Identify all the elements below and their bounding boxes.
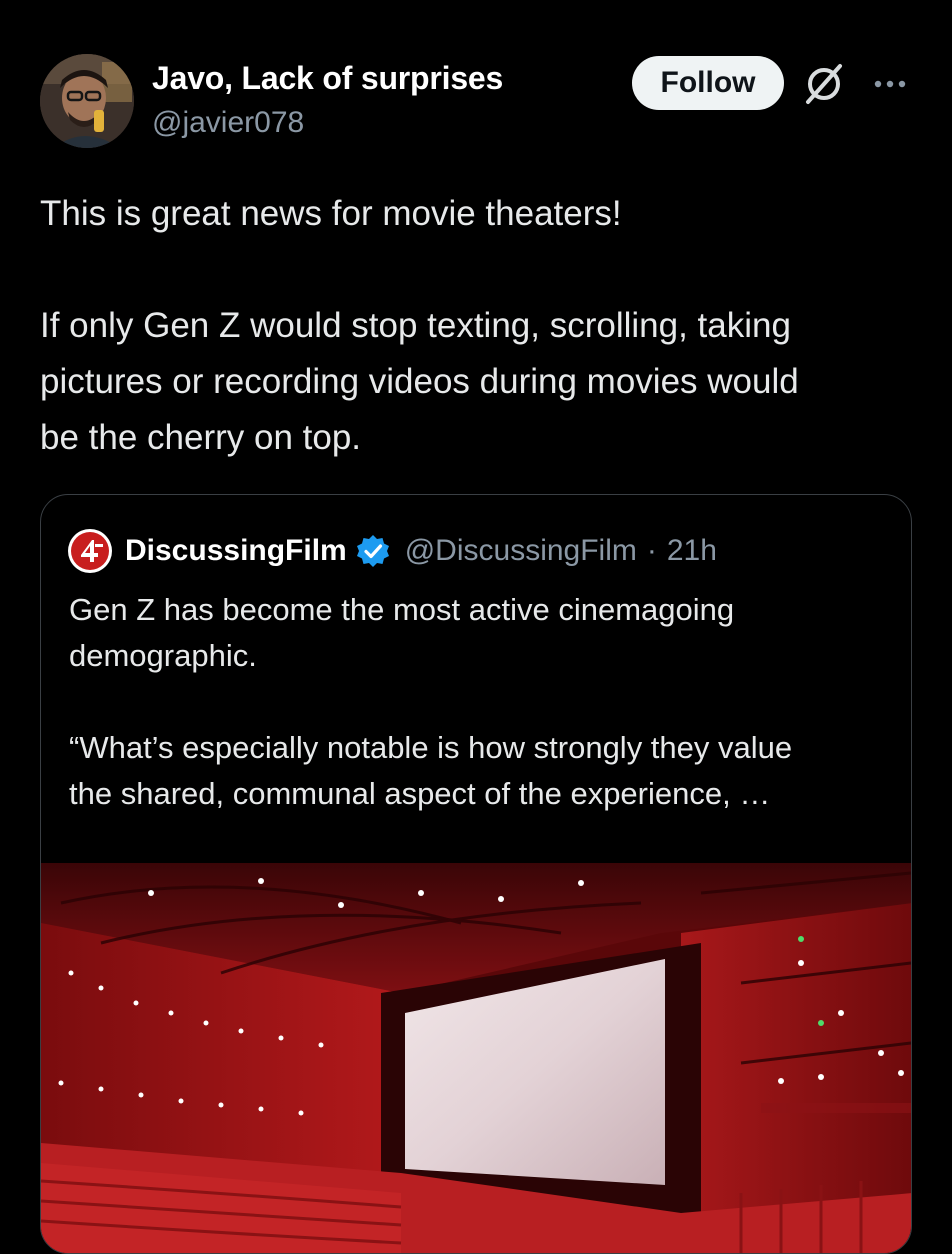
quoted-media-image[interactable] <box>41 863 911 1253</box>
grok-icon[interactable] <box>800 60 848 108</box>
post-text-line: This is great news for movie theaters! <box>40 194 622 233</box>
post-body: This is great news for movie theaters! I… <box>40 186 920 466</box>
verified-badge-icon <box>356 535 389 567</box>
quoted-text-line: “What’s especially notable is how strong… <box>69 730 793 765</box>
author-handle[interactable]: @javier078 <box>152 106 304 140</box>
separator-dot: · <box>646 534 657 567</box>
quoted-author-handle[interactable]: @DiscussingFilm <box>405 534 637 568</box>
post-text-line: be the cherry on top. <box>40 418 362 457</box>
more-dots-icon[interactable] <box>870 64 910 104</box>
quoted-post-card[interactable]: DiscussingFilm @DiscussingFilm · 21h Gen… <box>40 494 912 1254</box>
quoted-author-name[interactable]: DiscussingFilm <box>125 534 347 568</box>
quoted-text-line: Gen Z has become the most active cinemag… <box>69 592 735 627</box>
post-header: Javo, Lack of surprises @javier078 Follo… <box>40 54 920 150</box>
quoted-text-line: the shared, communal aspect of the exper… <box>69 776 771 811</box>
quoted-text-line: demographic. <box>69 638 257 673</box>
discussingfilm-logo[interactable] <box>67 528 113 574</box>
post-text-line: If only Gen Z would stop texting, scroll… <box>40 306 791 345</box>
quoted-post-header: DiscussingFilm @DiscussingFilm · 21h <box>67 529 717 573</box>
post-text-line: pictures or recording videos during movi… <box>40 362 799 401</box>
author-name[interactable]: Javo, Lack of surprises <box>152 60 503 97</box>
quoted-timestamp[interactable]: 21h <box>667 534 717 568</box>
follow-button[interactable]: Follow <box>632 56 784 110</box>
quoted-post-body: Gen Z has become the most active cinemag… <box>69 587 889 817</box>
author-avatar[interactable] <box>40 54 134 148</box>
